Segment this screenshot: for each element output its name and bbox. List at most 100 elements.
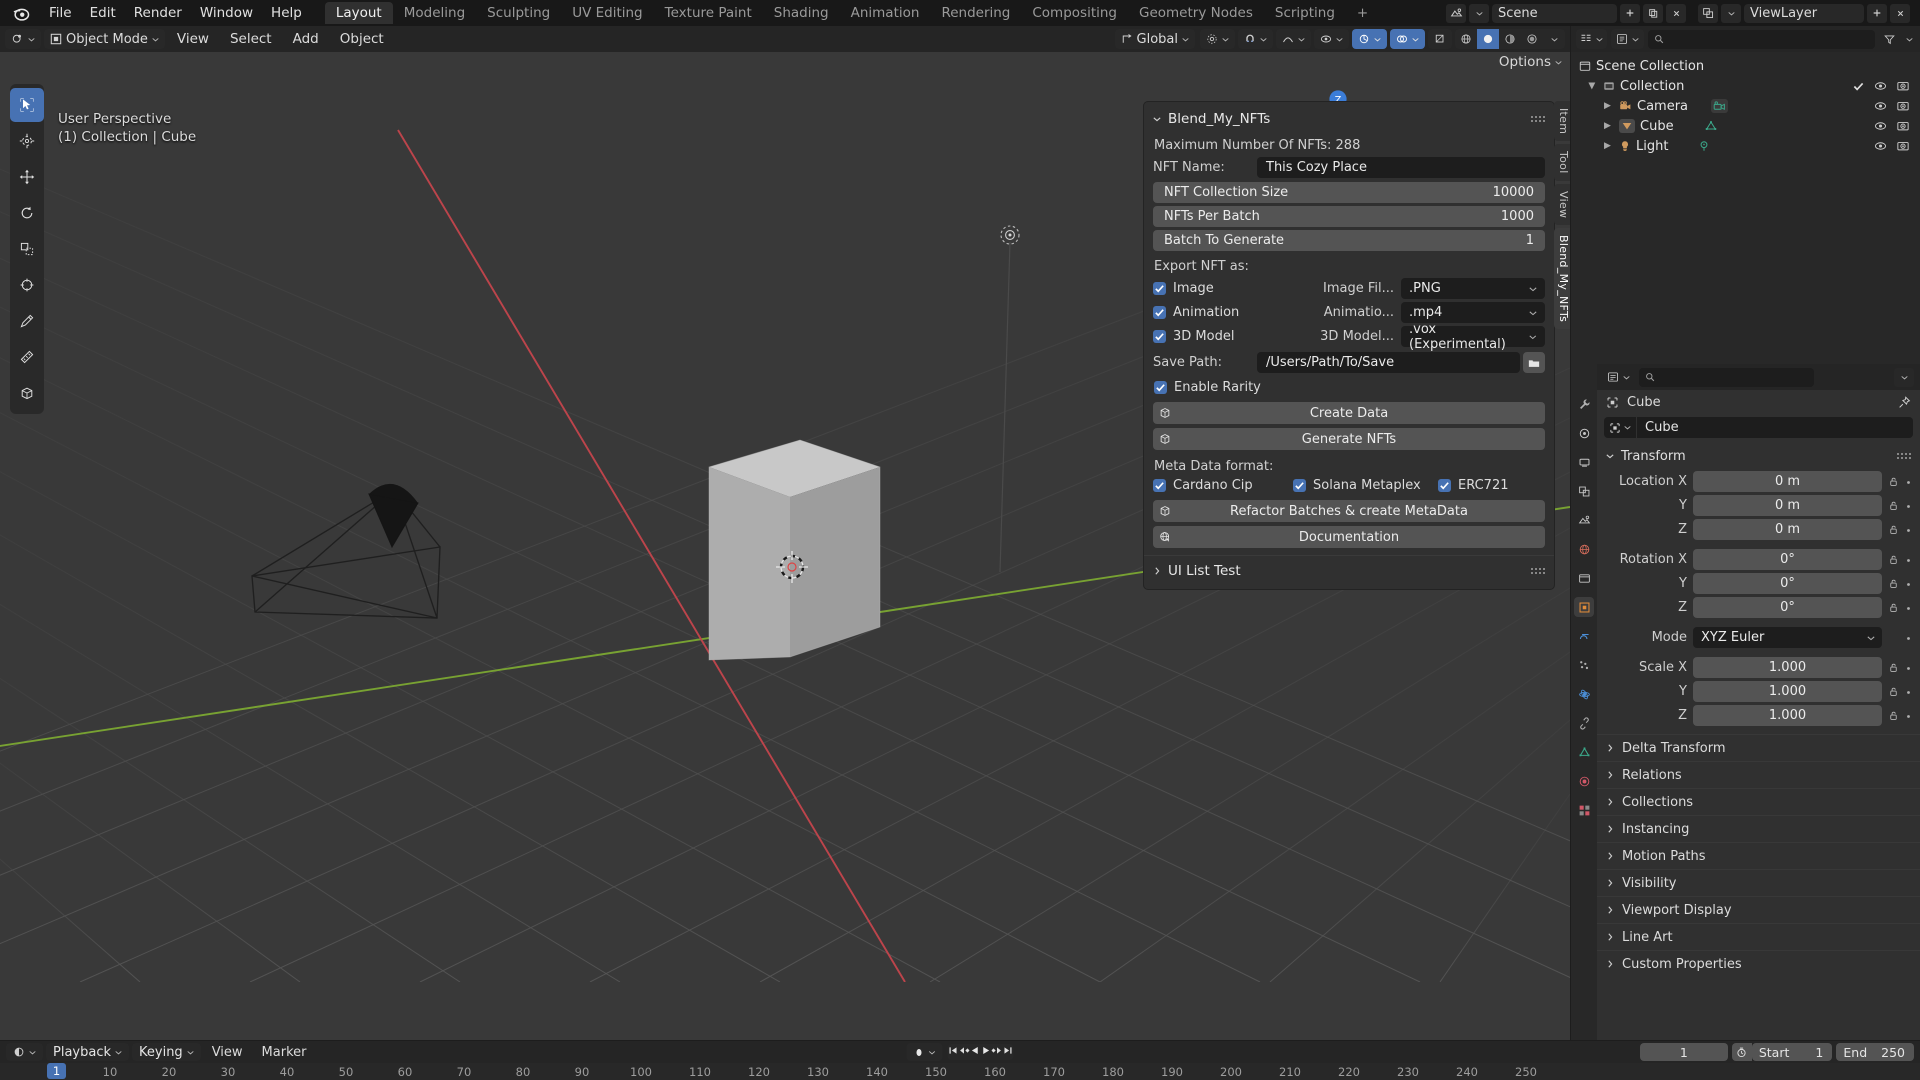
mesh-data-icon[interactable] (1705, 120, 1717, 132)
add-workspace-button[interactable]: + (1346, 2, 1379, 24)
animate-dot-icon[interactable] (1905, 684, 1912, 700)
properties-search-input[interactable] (1639, 367, 1814, 387)
render-visibility-icon[interactable] (1897, 140, 1909, 152)
chevron-down-icon[interactable] (1153, 115, 1161, 123)
texture-tab-icon[interactable] (1574, 800, 1594, 820)
object-id-icon[interactable] (1604, 417, 1636, 438)
panel-grip-icon[interactable] (1531, 568, 1545, 574)
scale-y-field[interactable]: 1.000 (1693, 681, 1882, 702)
create-data-button[interactable]: Create Data (1153, 402, 1545, 424)
viewlayer-name-field[interactable]: ViewLayer (1744, 3, 1864, 23)
rotate-tool-icon[interactable] (10, 196, 44, 230)
animate-dot-icon[interactable] (1905, 552, 1912, 568)
viewlayer-browse-chevron-icon[interactable] (1721, 3, 1741, 23)
panel-viewport-display[interactable]: Viewport Display (1597, 896, 1920, 923)
nft-name-input[interactable]: This Cozy Place (1257, 157, 1545, 178)
generate-nfts-button[interactable]: Generate NFTs (1153, 428, 1545, 450)
physics-tab-icon[interactable] (1574, 684, 1594, 704)
next-keyframe-icon[interactable] (991, 1044, 1003, 1060)
animate-dot-icon[interactable] (1905, 708, 1912, 724)
gizmo-toggle-icon[interactable] (1352, 29, 1387, 49)
chevron-down-icon[interactable] (1606, 452, 1614, 460)
scale-z-field[interactable]: 1.000 (1693, 705, 1882, 726)
data-tab-icon[interactable] (1574, 742, 1594, 762)
ui-list-test-header[interactable]: UI List Test (1144, 560, 1554, 581)
viewport-menu-select[interactable]: Select (221, 29, 281, 49)
rendered-shading-icon[interactable] (1521, 29, 1543, 49)
workspace-tab-texture-paint[interactable]: Texture Paint (654, 2, 763, 24)
outliner-row-collection[interactable]: ▶ Collection (1571, 76, 1920, 96)
animate-dot-icon[interactable] (1905, 522, 1912, 538)
nft-collection-size-field[interactable]: NFT Collection Size 10000 (1153, 182, 1545, 203)
export-animation-checkbox[interactable]: Animation (1153, 305, 1313, 320)
particles-tab-icon[interactable] (1574, 655, 1594, 675)
editor-type-3dview-icon[interactable] (5, 29, 41, 49)
transform-orientation-selector[interactable]: Global (1114, 29, 1195, 49)
export-3dmodel-checkbox[interactable]: 3D Model (1153, 329, 1313, 344)
scene-name-field[interactable]: Scene (1492, 3, 1617, 23)
outliner-row-cube[interactable]: ▶ Cube (1571, 116, 1920, 136)
keying-dropdown[interactable]: Keying (132, 1043, 201, 1061)
render-tab-icon[interactable] (1574, 423, 1594, 443)
measure-tool-icon[interactable] (10, 340, 44, 374)
chevron-down-icon[interactable] (1555, 59, 1562, 66)
animate-dot-icon[interactable] (1905, 474, 1912, 490)
panel-relations[interactable]: Relations (1597, 761, 1920, 788)
material-shading-icon[interactable] (1499, 29, 1521, 49)
nfts-per-batch-field[interactable]: NFTs Per Batch 1000 (1153, 206, 1545, 227)
proportional-edit-icon[interactable] (1276, 29, 1311, 49)
unlocked-icon[interactable] (1888, 578, 1899, 589)
outliner-editor-icon[interactable] (1576, 29, 1607, 49)
animate-dot-icon[interactable] (1905, 630, 1912, 646)
panel-line-art[interactable]: Line Art (1597, 923, 1920, 950)
panel-custom-properties[interactable]: Custom Properties (1597, 950, 1920, 977)
timeline-menu-view[interactable]: View (204, 1044, 251, 1061)
documentation-button[interactable]: Documentation (1153, 526, 1545, 548)
playback-dropdown[interactable]: Playback (46, 1043, 130, 1061)
object-tab-icon[interactable] (1574, 597, 1594, 617)
collection-tab-icon[interactable] (1574, 568, 1594, 588)
enable-rarity-checkbox[interactable]: Enable Rarity (1154, 380, 1545, 395)
properties-editor-icon[interactable] (1603, 367, 1634, 387)
object-visibility-icon[interactable] (1314, 29, 1349, 49)
add-cube-tool-icon[interactable] (10, 376, 44, 410)
outliner-search-input[interactable] (1648, 29, 1875, 49)
timeline-editor-icon[interactable] (6, 1043, 43, 1061)
workspace-tab-geometry-nodes[interactable]: Geometry Nodes (1128, 2, 1264, 24)
play-icon[interactable] (981, 1044, 992, 1060)
properties-options-chevron-icon[interactable] (1894, 367, 1914, 387)
model-format-dropdown[interactable]: .vox (Experimental) (1401, 322, 1545, 352)
menu-window[interactable]: Window (191, 3, 262, 23)
collection-checkbox[interactable] (1853, 81, 1864, 92)
rotation-z-field[interactable]: 0° (1693, 597, 1882, 618)
image-format-dropdown[interactable]: .PNG (1401, 278, 1545, 299)
viewport-menu-add[interactable]: Add (284, 29, 328, 49)
camera-data-icon[interactable] (1711, 99, 1729, 113)
xray-toggle-icon[interactable] (1428, 29, 1452, 49)
animate-dot-icon[interactable] (1905, 660, 1912, 676)
clock-icon[interactable] (1731, 1043, 1752, 1061)
menu-file[interactable]: File (40, 3, 81, 23)
eye-visibility-icon[interactable] (1874, 120, 1887, 132)
tool-tab-icon[interactable] (1574, 394, 1594, 414)
unlocked-icon[interactable] (1888, 476, 1899, 487)
blender-logo-icon[interactable] (10, 3, 32, 23)
unlocked-icon[interactable] (1888, 524, 1899, 535)
display-mode-dropdown[interactable] (1611, 29, 1644, 49)
panel-delta-transform[interactable]: Delta Transform (1597, 734, 1920, 761)
select-box-tool-icon[interactable] (10, 88, 44, 122)
eye-visibility-icon[interactable] (1874, 140, 1887, 152)
record-keyframe-icon[interactable] (906, 1043, 943, 1061)
viewport-menu-view[interactable]: View (168, 29, 218, 49)
animate-dot-icon[interactable] (1905, 576, 1912, 592)
output-tab-icon[interactable] (1574, 452, 1594, 472)
filter-icon[interactable] (1879, 30, 1899, 49)
prev-keyframe-icon[interactable] (959, 1044, 970, 1060)
panel-instancing[interactable]: Instancing (1597, 815, 1920, 842)
copy-scene-icon[interactable] (1643, 3, 1663, 23)
animate-dot-icon[interactable] (1905, 498, 1912, 514)
workspace-tab-compositing[interactable]: Compositing (1021, 2, 1128, 24)
workspace-tab-animation[interactable]: Animation (840, 2, 931, 24)
location-x-field[interactable]: 0 m (1693, 471, 1882, 492)
panel-motion-paths[interactable]: Motion Paths (1597, 842, 1920, 869)
